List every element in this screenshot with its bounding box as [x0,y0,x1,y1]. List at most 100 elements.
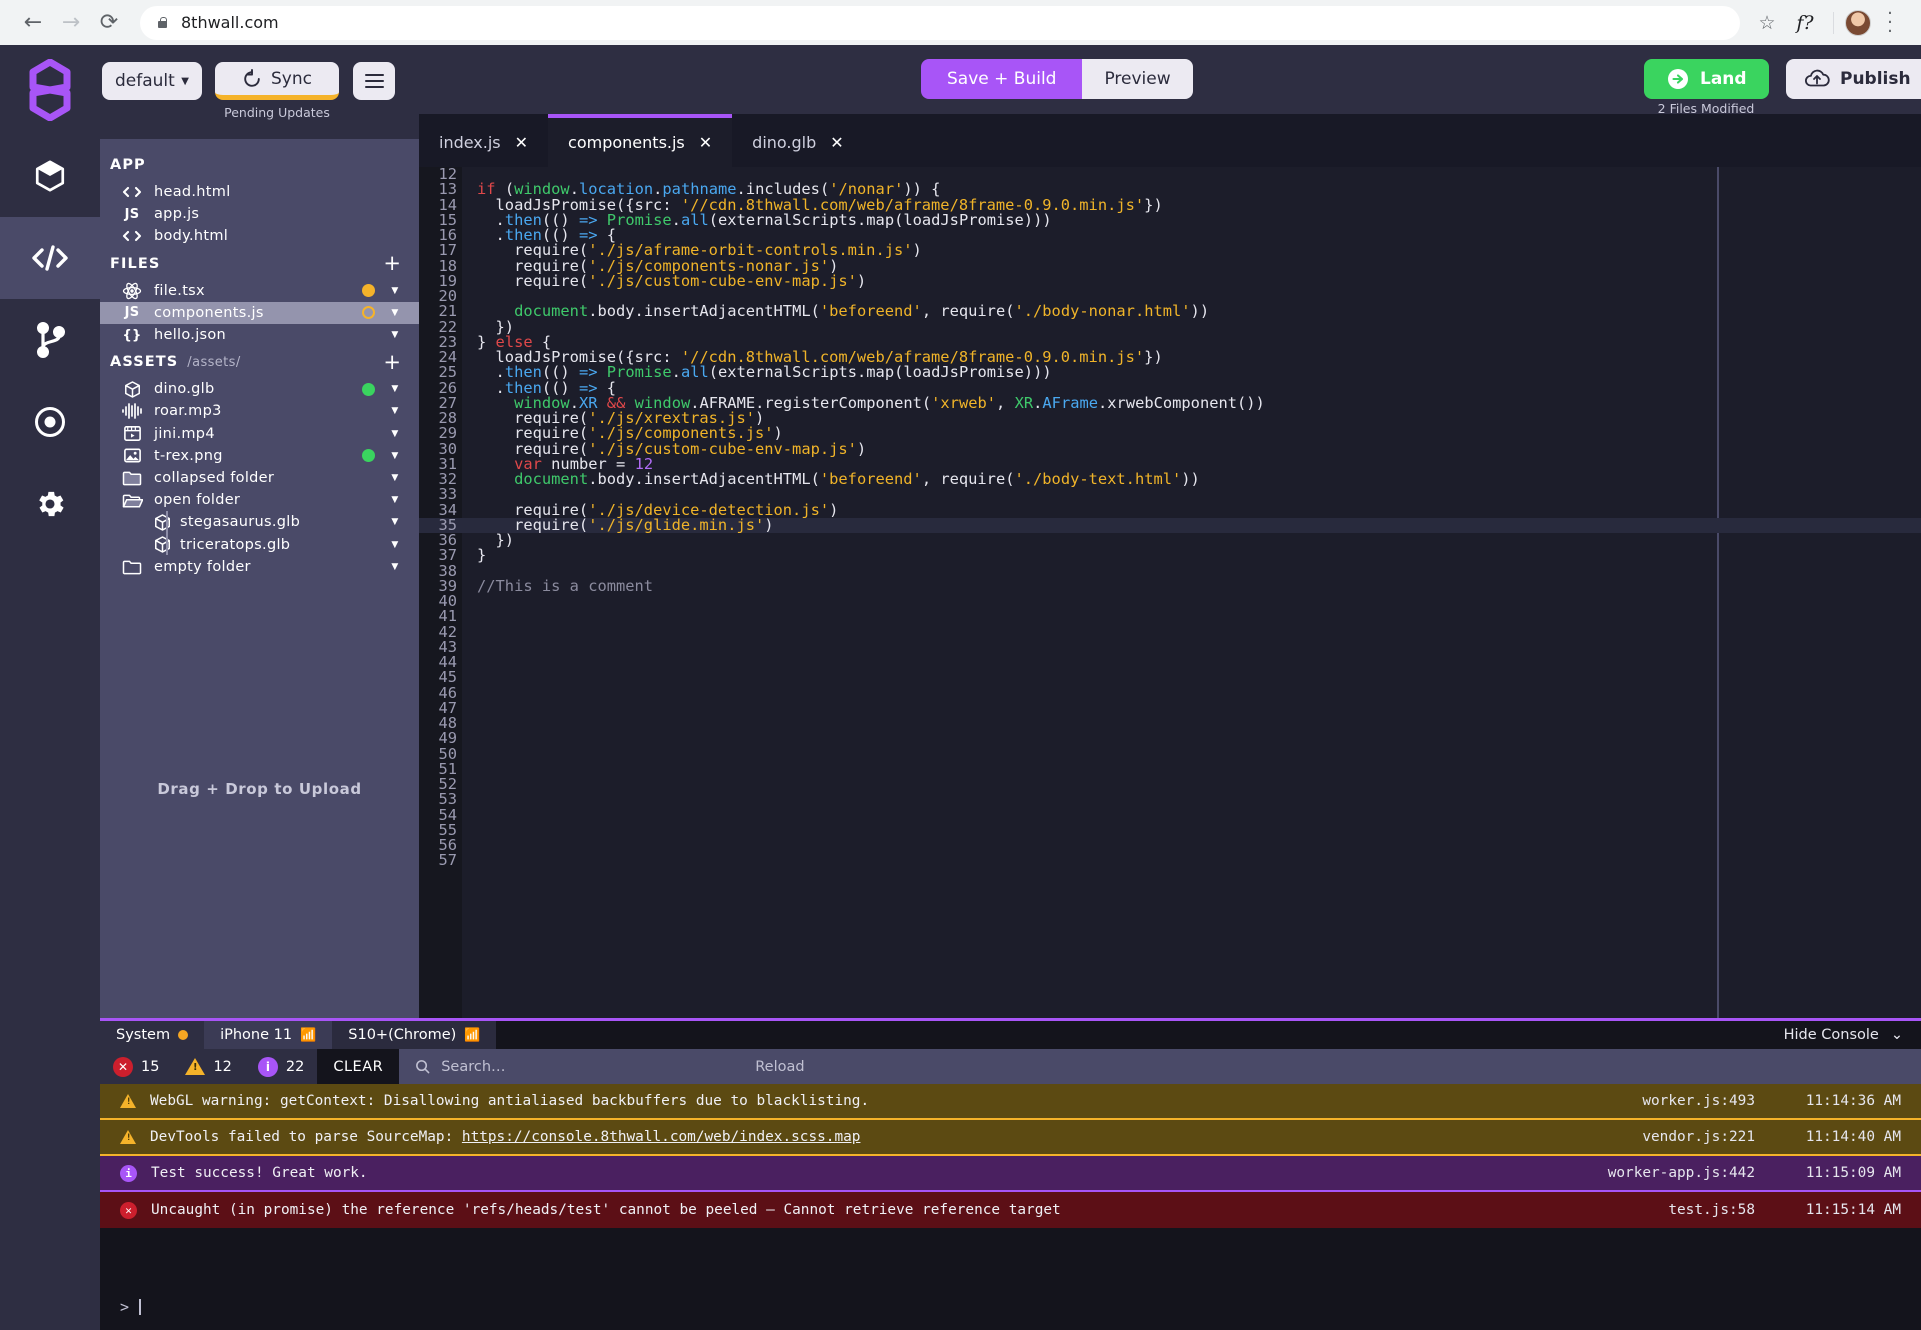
code-line[interactable]: 43 [419,640,1921,655]
tree-row-jini-mp4[interactable]: jini.mp4 ▼ [100,423,419,445]
log-link[interactable]: https://console.8thwall.com/web/index.sc… [462,1129,861,1145]
tree-row-collapsed-folder[interactable]: collapsed folder ▼ [100,467,419,489]
code-line[interactable]: 25 .then(() => Promise.all(externalScrip… [419,365,1921,380]
close-icon[interactable]: ✕ [515,133,528,152]
console-reload-button[interactable]: Reload [729,1059,804,1075]
code-line[interactable]: 44 [419,655,1921,670]
tree-row-hello-json[interactable]: {} hello.json ▼ [100,324,419,346]
code-line[interactable]: 19 require('./js/custom-cube-env-map.js'… [419,274,1921,289]
chevron-down-icon[interactable]: ▼ [389,406,401,416]
log-source[interactable]: vendor.js:221 [1642,1129,1779,1145]
code-surface[interactable]: 1213if (window.location.pathname.include… [419,167,1921,1018]
back-arrow-icon[interactable]: ← [14,4,52,42]
code-line[interactable]: 40 [419,594,1921,609]
console-log-row[interactable]: WebGL warning: getContext: Disallowing a… [100,1084,1921,1120]
code-content[interactable]: 1213if (window.location.pathname.include… [419,167,1921,1018]
sync-button[interactable]: Sync [215,62,339,100]
chevron-down-icon[interactable]: ▼ [389,330,401,340]
tree-row-components-js[interactable]: JS components.js ▼ [100,302,419,324]
tree-row-app-js[interactable]: JS app.js [100,203,419,225]
code-line[interactable]: 53 [419,792,1921,807]
code-line[interactable]: 55 [419,823,1921,838]
tree-row-file-tsx[interactable]: file.tsx ▼ [100,280,419,302]
chevron-down-icon[interactable]: ▼ [389,429,401,439]
clear-console-button[interactable]: CLEAR [317,1049,399,1084]
log-source[interactable]: worker.js:493 [1642,1093,1779,1109]
log-source[interactable]: worker-app.js:442 [1608,1165,1779,1181]
chevron-down-icon[interactable]: ▼ [389,286,401,296]
console-prompt[interactable]: > [100,1284,1921,1330]
tree-row-stegasaurus-glb[interactable]: stegasaurus.glb ▼ [100,511,419,533]
code-line[interactable]: 21 document.body.insertAdjacentHTML('bef… [419,304,1921,319]
tree-row-roar-mp3[interactable]: roar.mp3 ▼ [100,400,419,422]
tab-index-js[interactable]: index.js ✕ [419,114,548,167]
code-line[interactable]: 56 [419,838,1921,853]
code-line[interactable]: 42 [419,625,1921,640]
tree-row-open-folder[interactable]: open folder ▼ [100,489,419,511]
code-line[interactable]: 52 [419,777,1921,792]
close-icon[interactable]: ✕ [699,133,712,152]
rail-item-git-branch[interactable] [0,299,100,381]
close-icon[interactable]: ✕ [830,133,843,152]
chevron-down-icon[interactable]: ▼ [389,495,401,505]
console-tab-s10-chrome[interactable]: S10+(Chrome) 📶 [332,1021,496,1049]
console-search-input[interactable]: Search… [399,1049,729,1084]
chevron-down-icon[interactable]: ▼ [389,384,401,394]
land-button[interactable]: Land [1644,59,1769,99]
tree-row-dino-glb[interactable]: dino.glb ▼ [100,378,419,400]
code-line[interactable]: 57 [419,853,1921,868]
console-log-row[interactable]: ✕Uncaught (in promise) the reference 're… [100,1192,1921,1228]
code-line[interactable]: 49 [419,731,1921,746]
branch-selector[interactable]: default ▼ [102,62,202,100]
tree-row-t-rex-png[interactable]: t-rex.png ▼ [100,445,419,467]
rail-item-code[interactable] [0,217,100,299]
toolbar-menu-button[interactable] [353,62,395,100]
chevron-down-icon[interactable]: ▼ [389,451,401,461]
save-build-button[interactable]: Save + Build [921,59,1082,99]
code-line[interactable]: 35 require('./js/glide.min.js') [419,518,1921,533]
rail-item-cube[interactable] [0,135,100,217]
code-line[interactable]: 37} [419,548,1921,563]
console-log-row[interactable]: iTest success! Great work.worker-app.js:… [100,1156,1921,1192]
plus-icon[interactable]: + [383,352,401,373]
address-bar[interactable]: 8thwall.com [140,6,1740,40]
error-count-filter[interactable]: ✕ 15 [100,1049,172,1084]
user-avatar[interactable] [1845,10,1871,36]
code-line[interactable]: 32 document.body.insertAdjacentHTML('bef… [419,472,1921,487]
code-line[interactable]: 45 [419,670,1921,685]
tree-row-body-html[interactable]: body.html [100,225,419,247]
chevron-down-icon[interactable]: ▼ [389,308,401,318]
code-line[interactable]: 48 [419,716,1921,731]
tree-row-empty-folder[interactable]: empty folder ▼ [100,556,419,578]
rail-item-settings[interactable] [0,463,100,545]
console-tab-iphone-11[interactable]: iPhone 11 📶 [204,1021,332,1049]
reload-icon[interactable]: ⟳ [90,4,128,42]
code-line[interactable]: 15 .then(() => Promise.all(externalScrip… [419,213,1921,228]
tree-row-triceratops-glb[interactable]: triceratops.glb ▼ [100,533,419,555]
rail-item-target[interactable] [0,381,100,463]
chevron-down-icon[interactable]: ▼ [389,473,401,483]
log-source[interactable]: test.js:58 [1668,1202,1779,1218]
info-count-filter[interactable]: i 22 [245,1049,317,1084]
extension-icon[interactable]: f? [1788,12,1822,34]
console-tab-system[interactable]: System [100,1021,204,1049]
8thwall-logo[interactable] [0,45,100,135]
chevron-down-icon[interactable]: ▼ [389,562,401,572]
code-line[interactable]: 36 }) [419,533,1921,548]
bookmark-star-icon[interactable]: ☆ [1750,12,1784,34]
hide-console-button[interactable]: Hide Console ⌄ [1784,1021,1903,1049]
code-line[interactable]: 51 [419,762,1921,777]
code-line[interactable]: 41 [419,609,1921,624]
code-line[interactable]: 47 [419,701,1921,716]
kebab-menu-icon[interactable]: ··· [1875,9,1905,36]
plus-icon[interactable]: + [383,253,401,274]
tab-dino-glb[interactable]: dino.glb ✕ [732,114,864,167]
code-line[interactable]: 22 }) [419,320,1921,335]
code-line[interactable]: 54 [419,808,1921,823]
preview-button[interactable]: Preview [1082,59,1192,99]
chevron-down-icon[interactable]: ▼ [389,540,401,550]
tree-row-head-html[interactable]: head.html [100,181,419,203]
drag-drop-upload-label[interactable]: Drag + Drop to Upload [100,780,419,798]
forward-arrow-icon[interactable]: → [52,4,90,42]
chevron-down-icon[interactable]: ▼ [389,517,401,527]
